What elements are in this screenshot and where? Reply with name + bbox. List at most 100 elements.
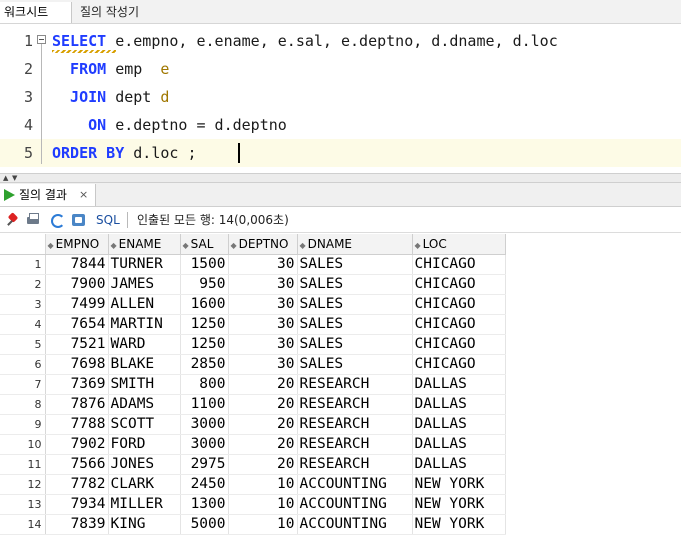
table-cell[interactable]: 30 [228,354,298,375]
table-cell[interactable]: CHICAGO [412,254,506,275]
table-cell[interactable]: SMITH [108,374,181,395]
table-row[interactable]: 1 7844 TURNER 1500 30 SALES CHICAGO [0,254,681,275]
table-cell[interactable]: SALES [297,354,413,375]
table-cell[interactable]: 7499 [45,294,109,315]
column-header-empno[interactable]: ◆ EMPNO [45,234,109,255]
collapse-up-icon[interactable]: ▲ [3,175,8,182]
editor-line[interactable]: 3 JOIN dept d [0,83,681,111]
pin-icon[interactable] [6,213,20,227]
table-cell[interactable]: FORD [108,434,181,455]
table-cell[interactable]: 3000 [180,434,229,455]
table-cell[interactable]: TURNER [108,254,181,275]
table-row[interactable]: 9 7788 SCOTT 3000 20 RESEARCH DALLAS [0,414,681,435]
table-cell[interactable]: 7876 [45,394,109,415]
table-cell[interactable]: 1500 [180,254,229,275]
table-cell[interactable]: SALES [297,294,413,315]
table-cell[interactable]: 7782 [45,474,109,495]
table-cell[interactable]: 7934 [45,494,109,515]
table-cell[interactable]: RESEARCH [297,454,413,475]
table-cell[interactable]: 10 [228,514,298,535]
table-cell[interactable]: 20 [228,394,298,415]
table-cell[interactable]: 7902 [45,434,109,455]
table-cell[interactable]: 30 [228,314,298,335]
table-cell[interactable]: NEW YORK [412,494,506,515]
table-row[interactable]: 10 7902 FORD 3000 20 RESEARCH DALLAS [0,434,681,455]
table-cell[interactable]: 5000 [180,514,229,535]
table-cell[interactable]: 1250 [180,314,229,335]
table-cell[interactable]: 30 [228,294,298,315]
table-cell[interactable]: DALLAS [412,434,506,455]
table-row[interactable]: 13 7934 MILLER 1300 10 ACCOUNTING NEW YORK [0,494,681,515]
table-cell[interactable]: 30 [228,274,298,295]
table-cell[interactable]: JONES [108,454,181,475]
table-row[interactable]: 11 7566 JONES 2975 20 RESEARCH DALLAS [0,454,681,475]
table-cell[interactable]: CLARK [108,474,181,495]
table-cell[interactable]: 10 [228,474,298,495]
table-cell[interactable]: SCOTT [108,414,181,435]
table-cell[interactable]: ACCOUNTING [297,474,413,495]
table-cell[interactable]: 7788 [45,414,109,435]
table-row[interactable]: 8 7876 ADAMS 1100 20 RESEARCH DALLAS [0,394,681,415]
table-cell[interactable]: 1100 [180,394,229,415]
table-cell[interactable]: MILLER [108,494,181,515]
table-cell[interactable]: RESEARCH [297,394,413,415]
table-cell[interactable]: CHICAGO [412,294,506,315]
table-cell[interactable]: 20 [228,454,298,475]
refresh-icon[interactable] [50,213,65,228]
table-cell[interactable]: 1250 [180,334,229,355]
table-cell[interactable]: 7566 [45,454,109,475]
table-cell[interactable]: 7839 [45,514,109,535]
column-header-sal[interactable]: ◆ SAL [180,234,229,255]
table-cell[interactable]: SALES [297,314,413,335]
table-cell[interactable]: WARD [108,334,181,355]
table-cell[interactable]: SALES [297,274,413,295]
table-row[interactable]: 4 7654 MARTIN 1250 30 SALES CHICAGO [0,314,681,335]
table-row[interactable]: 12 7782 CLARK 2450 10 ACCOUNTING NEW YORK [0,474,681,495]
table-cell[interactable]: RESEARCH [297,434,413,455]
table-cell[interactable]: CHICAGO [412,354,506,375]
table-cell[interactable]: ACCOUNTING [297,514,413,535]
table-cell[interactable]: 7654 [45,314,109,335]
table-row[interactable]: 14 7839 KING 5000 10 ACCOUNTING NEW YORK [0,514,681,535]
editor-line[interactable]: 2 FROM emp e [0,55,681,83]
table-cell[interactable]: ADAMS [108,394,181,415]
column-header-ename[interactable]: ◆ ENAME [108,234,181,255]
table-row[interactable]: 2 7900 JAMES 950 30 SALES CHICAGO [0,274,681,295]
table-cell[interactable]: RESEARCH [297,374,413,395]
table-cell[interactable]: CHICAGO [412,314,506,335]
sql-editor[interactable]: 1 SELECT e.empno, e.ename, e.sal, e.dept… [0,25,681,173]
table-cell[interactable]: SALES [297,334,413,355]
table-cell[interactable]: 10 [228,494,298,515]
table-cell[interactable]: RESEARCH [297,414,413,435]
table-cell[interactable]: 3000 [180,414,229,435]
table-cell[interactable]: NEW YORK [412,474,506,495]
editor-line[interactable]: 4 ON e.deptno = d.deptno [0,111,681,139]
table-cell[interactable]: 7900 [45,274,109,295]
table-cell[interactable]: DALLAS [412,374,506,395]
table-cell[interactable]: 20 [228,414,298,435]
table-row[interactable]: 5 7521 WARD 1250 30 SALES CHICAGO [0,334,681,355]
table-cell[interactable]: ALLEN [108,294,181,315]
column-header-deptno[interactable]: ◆ DEPTNO [228,234,298,255]
table-cell[interactable]: 950 [180,274,229,295]
collapse-down-icon[interactable]: ▼ [12,175,17,182]
table-cell[interactable]: 7698 [45,354,109,375]
table-cell[interactable]: 800 [180,374,229,395]
fold-toggle-icon[interactable] [37,35,46,44]
table-cell[interactable]: 30 [228,254,298,275]
table-cell[interactable]: DALLAS [412,414,506,435]
table-cell[interactable]: 2975 [180,454,229,475]
sql-button-label[interactable]: SQL [96,212,120,228]
table-cell[interactable]: 7369 [45,374,109,395]
table-cell[interactable]: CHICAGO [412,334,506,355]
table-cell[interactable]: NEW YORK [412,514,506,535]
table-row[interactable]: 3 7499 ALLEN 1600 30 SALES CHICAGO [0,294,681,315]
tab-query-builder[interactable]: 질의 작성기 [76,2,166,23]
panel-splitter[interactable]: ▲ ▼ [0,173,681,183]
table-cell[interactable]: ACCOUNTING [297,494,413,515]
tab-worksheet[interactable]: 워크시트 [0,2,72,23]
column-header-loc[interactable]: ◆ LOC [412,234,506,255]
table-cell[interactable]: SALES [297,254,413,275]
tab-query-result[interactable]: 질의 결과 × [0,184,96,206]
close-icon[interactable]: × [79,187,88,203]
